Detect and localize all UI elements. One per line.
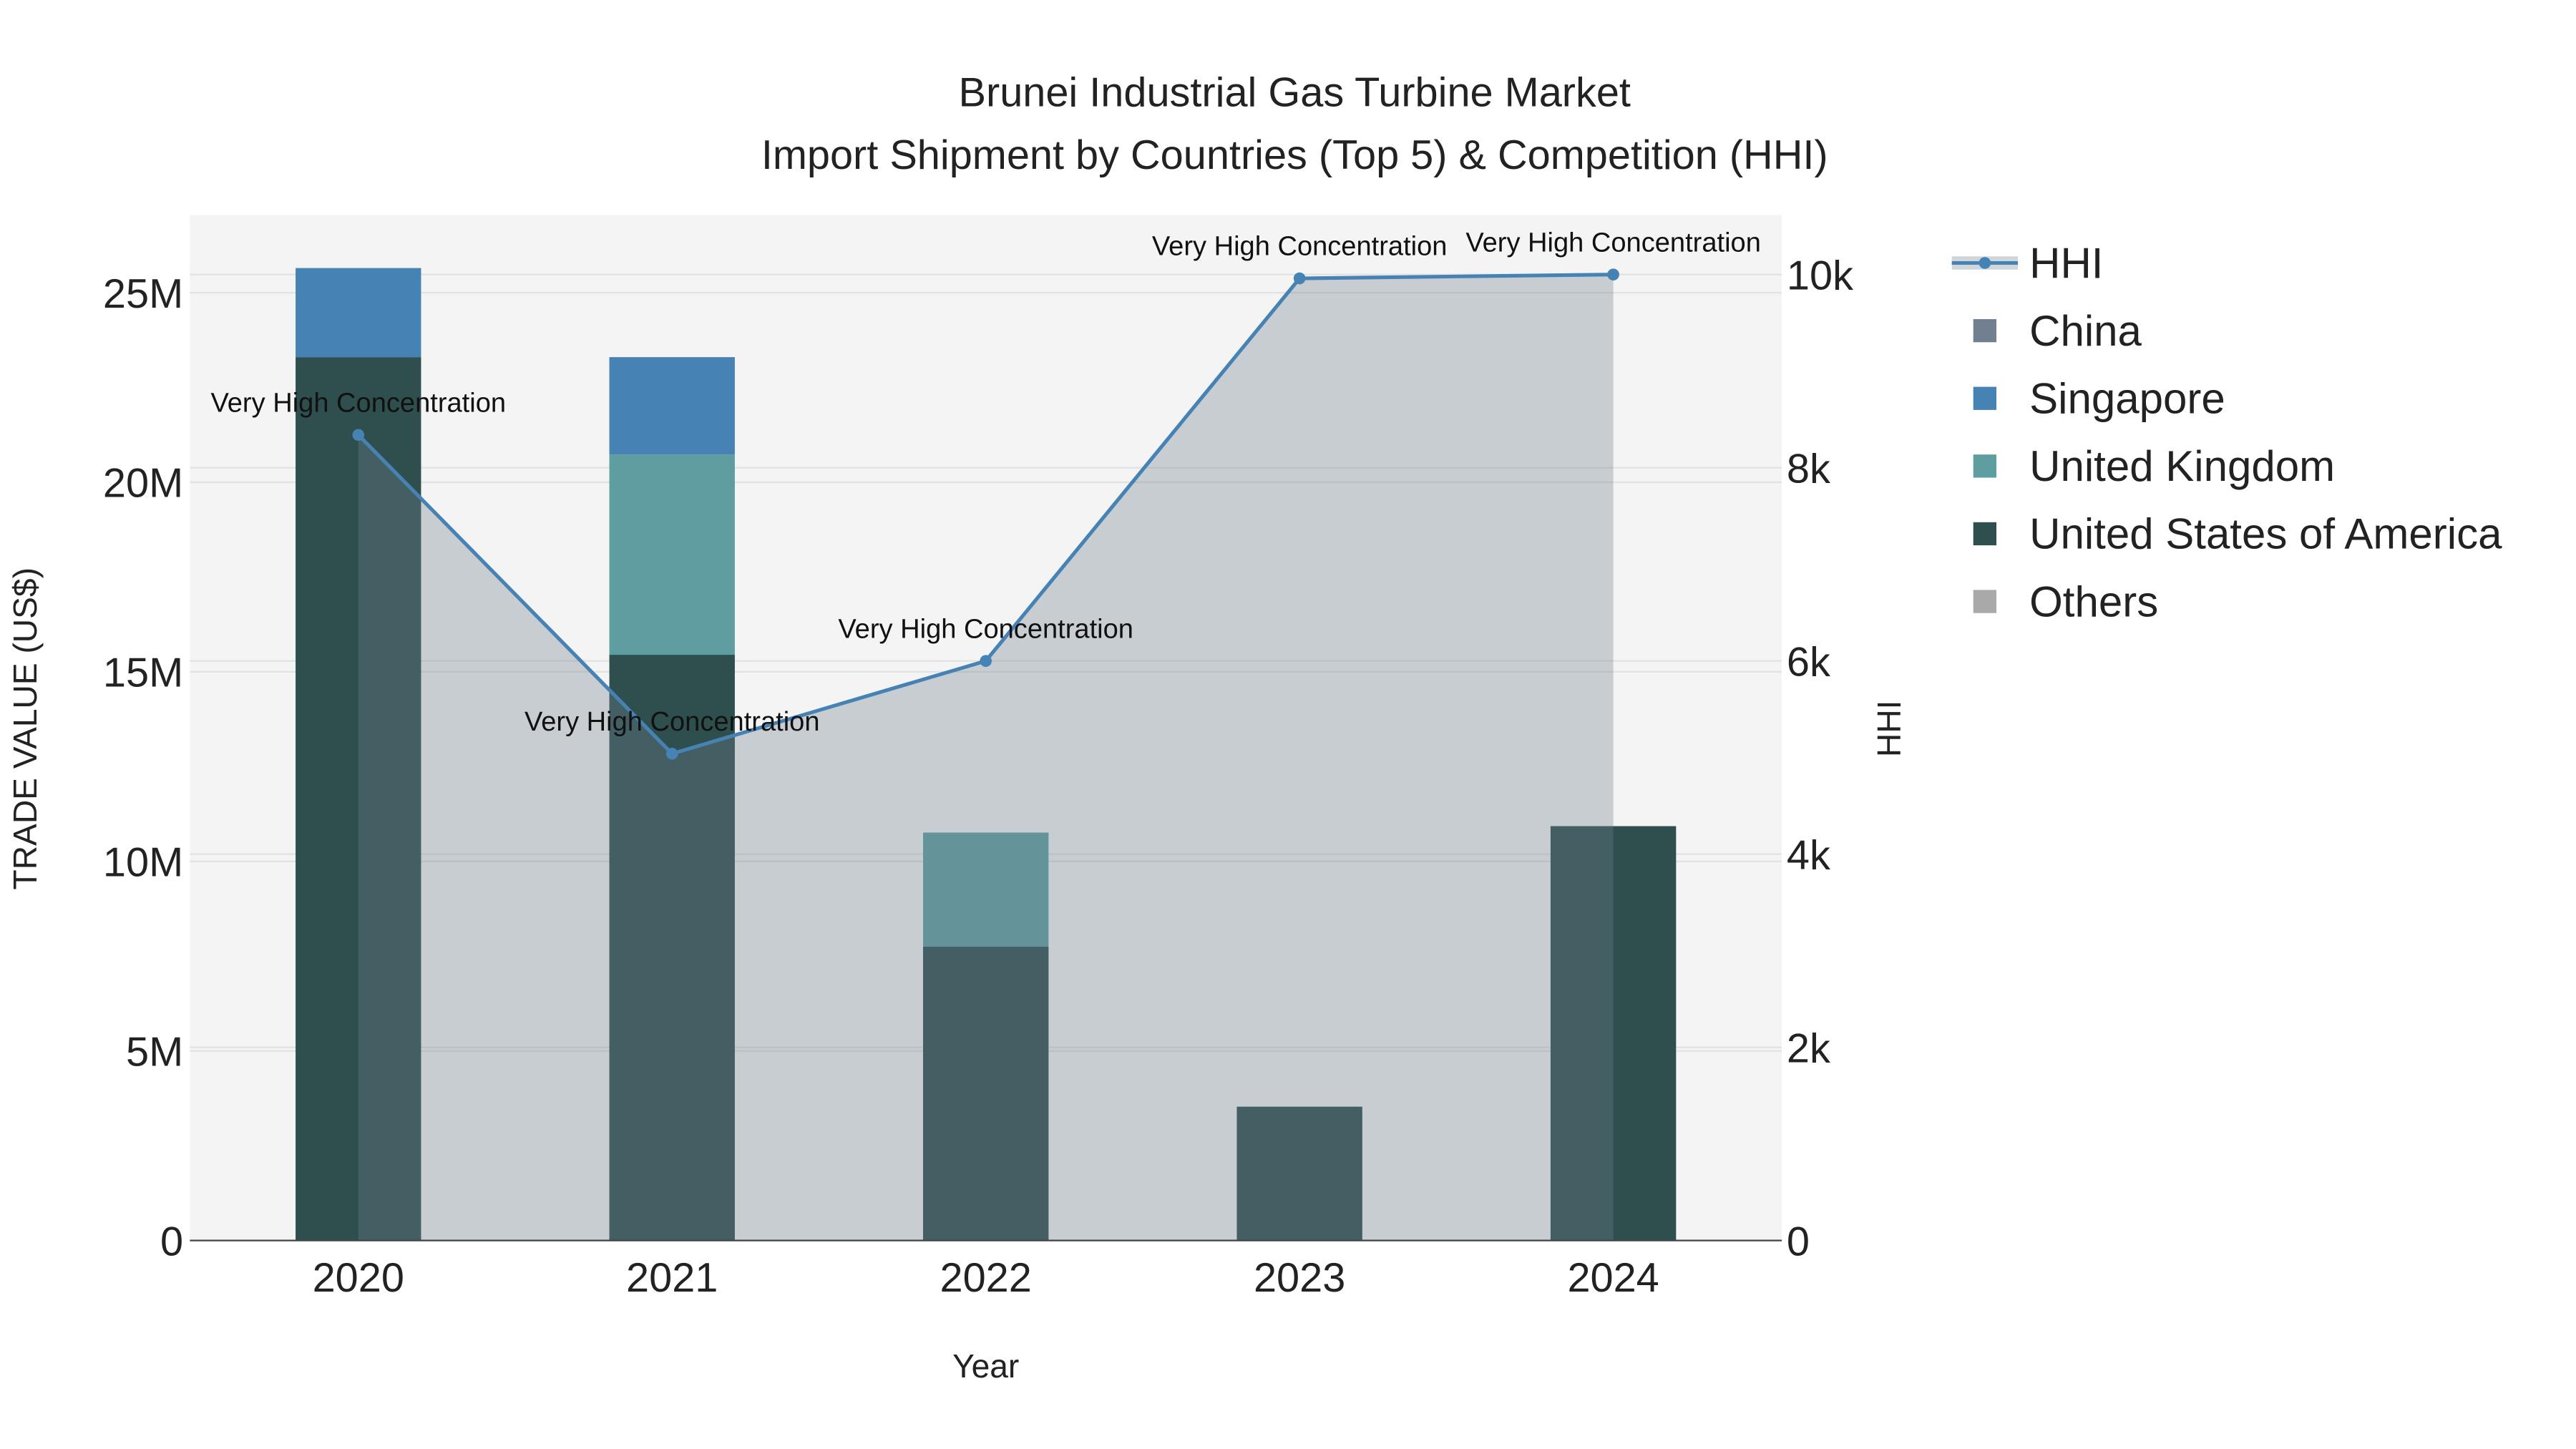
chart-title: Brunei Industrial Gas Turbine Market [959,69,1631,115]
chart-subtitle: Import Shipment by Countries (Top 5) & C… [761,132,1828,178]
x-axis-title: Year [952,1347,1019,1385]
hhi-point [1293,272,1306,285]
y2-tick-label: 6k [1787,639,1830,685]
y-tick-label: 25M [103,271,183,317]
legend-label-united-kingdom: United Kingdom [2029,442,2335,490]
legend-swatch-singapore [1973,386,1996,410]
y2-tick-label: 2k [1787,1025,1830,1071]
y2-tick-label: 10k [1787,253,1853,298]
legend-swatch-united-kingdom [1973,454,1996,478]
chart: Very High Concentration Very High Concent… [0,0,2576,1449]
hhi-annotation: Very High Concentration [1465,228,1761,258]
y-tick-label: 5M [126,1030,183,1075]
legend-swatch-united-states-of-america [1973,522,1996,546]
legend-swatch-china [1973,318,1996,343]
hhi-annotation: Very High Concentration [838,614,1133,644]
hhi-annotation: Very High Concentration [525,707,820,737]
y-tick-label: 15M [103,650,183,696]
legend-label-china: China [2029,307,2142,355]
hhi-point [1607,268,1619,280]
hhi-point [352,429,365,441]
y2-tick-label: 8k [1787,446,1830,492]
y2-tick-label: 0 [1787,1219,1810,1264]
x-tick-label: 2023 [1254,1255,1345,1301]
hhi-point [665,747,678,760]
x-tick-label: 2020 [313,1255,404,1301]
y-tick-label: 20M [103,461,183,507]
x-tick-label: 2022 [940,1255,1032,1301]
bar-singapore [296,268,421,358]
hhi-point [980,655,992,667]
y2-axis-title: HHI [1870,701,1908,757]
bar-singapore [609,357,735,455]
legend-marker-hhi [1979,257,1991,269]
x-tick-label: 2021 [626,1255,718,1301]
y-tick-label: 0 [160,1219,183,1264]
y2-tick-label: 4k [1787,832,1830,878]
legend-label-singapore: Singapore [2029,375,2225,423]
legend-swatch-others [1973,590,1996,613]
y-axis-title: TRADE VALUE (US$) [6,567,44,889]
x-tick-label: 2024 [1567,1255,1659,1301]
hhi-annotation: Very High Concentration [1152,232,1448,262]
hhi-annotation: Very High Concentration [210,388,506,418]
legend-label-others: Others [2029,577,2158,625]
y-tick-label: 10M [103,840,183,886]
legend-label-hhi: HHI [2029,239,2103,287]
legend-label-united-states-of-america: United States of America [2029,510,2502,558]
bar-united-kingdom [609,454,735,655]
